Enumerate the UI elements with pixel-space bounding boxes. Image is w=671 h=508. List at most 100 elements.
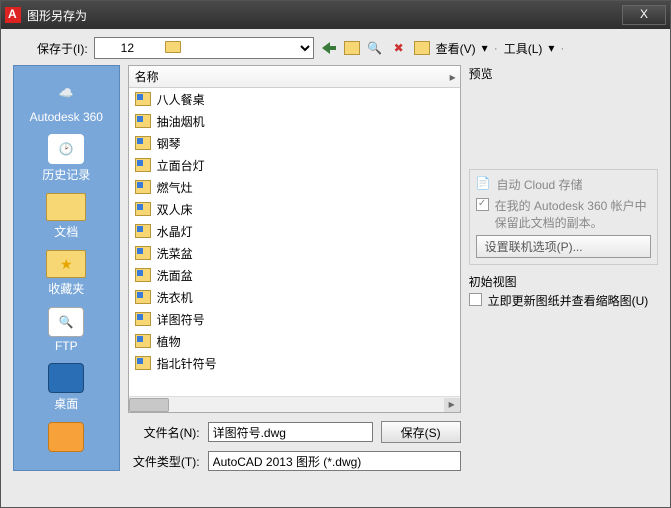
update-thumbnail-label: 立即更新图纸并查看缩略图(U) <box>488 292 649 309</box>
dwg-file-icon <box>135 290 151 304</box>
dwg-file-icon <box>135 312 151 326</box>
file-name: 指北针符号 <box>157 355 217 372</box>
file-list-header[interactable]: 名称 ▸ <box>129 66 460 88</box>
titlebar[interactable]: 图形另存为 X <box>1 1 670 29</box>
scrollbar-arrow-right[interactable]: ▸ <box>444 398 460 412</box>
cloud-icon: ☁️ <box>48 78 84 108</box>
file-name: 植物 <box>157 333 181 350</box>
column-name[interactable]: 名称 <box>135 68 446 85</box>
back-icon[interactable] <box>320 39 338 57</box>
sidebar-item-label: 历史记录 <box>42 166 90 183</box>
file-list[interactable]: 八人餐桌抽油烟机钢琴立面台灯燃气灶双人床水晶灯洗菜盆洗面盆洗衣机详图符号植物指北… <box>129 88 460 396</box>
history-icon: 🕑 <box>48 134 84 164</box>
horizontal-scrollbar[interactable]: ▸ <box>129 396 460 412</box>
close-button[interactable]: X <box>622 5 666 25</box>
app-icon <box>5 7 21 23</box>
dwg-file-icon <box>135 224 151 238</box>
ftp-icon: 🔍 <box>48 307 84 337</box>
more-icon <box>48 422 84 452</box>
dwg-file-icon <box>135 92 151 106</box>
file-name: 立面台灯 <box>157 157 205 174</box>
tools-menu[interactable]: 工具(L) <box>504 40 543 57</box>
file-row[interactable]: 洗菜盆 <box>129 242 460 264</box>
dwg-file-icon <box>135 114 151 128</box>
file-row[interactable]: 八人餐桌 <box>129 88 460 110</box>
desktop-icon <box>48 363 84 393</box>
scroll-right-arrow[interactable]: ▸ <box>446 70 460 84</box>
folder-icon <box>46 193 86 221</box>
tools-menu-arrow[interactable]: ▾ <box>548 41 554 55</box>
view-menu-arrow[interactable]: ▾ <box>482 41 488 55</box>
save-in-label: 保存于(I): <box>37 40 88 57</box>
dwg-file-icon <box>135 180 151 194</box>
file-row[interactable]: 燃气灶 <box>129 176 460 198</box>
file-name: 水晶灯 <box>157 223 193 240</box>
cloud-save-icon: 📄 <box>476 176 491 190</box>
file-name: 详图符号 <box>157 311 205 328</box>
file-row[interactable]: 钢琴 <box>129 132 460 154</box>
file-row[interactable]: 水晶灯 <box>129 220 460 242</box>
sidebar-item-label: Autodesk 360 <box>30 110 103 124</box>
dwg-file-icon <box>135 158 151 172</box>
dwg-file-icon <box>135 136 151 150</box>
dwg-file-icon <box>135 356 151 370</box>
file-row[interactable]: 详图符号 <box>129 308 460 330</box>
sidebar-item-documents[interactable]: 文档 <box>14 189 119 244</box>
scrollbar-thumb[interactable] <box>129 398 169 412</box>
sidebar-item-label: FTP <box>55 339 78 353</box>
file-row[interactable]: 指北针符号 <box>129 352 460 374</box>
sidebar-item-desktop[interactable]: 桌面 <box>14 359 119 416</box>
file-list-panel: 名称 ▸ 八人餐桌抽油烟机钢琴立面台灯燃气灶双人床水晶灯洗菜盆洗面盆洗衣机详图符… <box>128 65 461 413</box>
file-row[interactable]: 抽油烟机 <box>129 110 460 132</box>
bottom-fields: 文件名(N): 保存(S) 文件类型(T): <box>128 421 461 471</box>
view-menu[interactable]: 查看(V) <box>436 40 476 57</box>
filetype-dropdown[interactable] <box>208 451 461 471</box>
sidebar-item-label: 收藏夹 <box>48 280 84 297</box>
file-row[interactable]: 双人床 <box>129 198 460 220</box>
file-row[interactable]: 立面台灯 <box>129 154 460 176</box>
location-row: 保存于(I): 12 🔍 ✖ 查看(V) ▾ · 工具(L) ▾ · <box>13 37 658 59</box>
file-name: 燃气灶 <box>157 179 193 196</box>
separator: · <box>494 41 498 55</box>
preview-panel: 预览 <box>469 65 658 161</box>
file-name: 洗面盆 <box>157 267 193 284</box>
new-folder-icon[interactable] <box>414 41 430 55</box>
file-name: 双人床 <box>157 201 193 218</box>
search-icon[interactable]: 🔍 <box>366 39 384 57</box>
cloud-keep-checkbox[interactable] <box>476 198 489 211</box>
sidebar-item-ftp[interactable]: 🔍 FTP <box>14 303 119 357</box>
initial-view-panel: 初始视图 立即更新图纸并查看缩略图(U) <box>469 273 658 313</box>
sidebar-item-more[interactable] <box>14 418 119 456</box>
file-row[interactable]: 洗衣机 <box>129 286 460 308</box>
save-in-dropdown[interactable]: 12 <box>94 37 314 59</box>
cloud-options: 📄 自动 Cloud 存储 在我的 Autodesk 360 帐户中保留此文档的… <box>469 169 658 265</box>
filename-label: 文件名(N): <box>128 424 200 441</box>
cloud-auto-label: 自动 Cloud 存储 <box>497 176 583 193</box>
file-row[interactable]: 洗面盆 <box>129 264 460 286</box>
filename-input[interactable] <box>208 422 373 442</box>
file-name: 钢琴 <box>157 135 181 152</box>
dwg-file-icon <box>135 246 151 260</box>
sidebar-item-autodesk360[interactable]: ☁️ Autodesk 360 <box>14 74 119 128</box>
dwg-file-icon <box>135 202 151 216</box>
folder-icon <box>165 41 181 53</box>
update-thumbnail-checkbox[interactable] <box>469 293 482 306</box>
initial-view-title: 初始视图 <box>469 273 658 290</box>
delete-icon[interactable]: ✖ <box>390 39 408 57</box>
cloud-keep-label: 在我的 Autodesk 360 帐户中保留此文档的副本。 <box>495 197 651 231</box>
sidebar-item-label: 桌面 <box>54 395 78 412</box>
online-options-button[interactable]: 设置联机选项(P)... <box>476 235 651 258</box>
up-icon[interactable] <box>344 41 360 55</box>
file-row[interactable]: 植物 <box>129 330 460 352</box>
file-name: 洗菜盆 <box>157 245 193 262</box>
right-panel: 预览 📄 自动 Cloud 存储 在我的 Autodesk 360 帐户中保留此… <box>469 65 658 471</box>
preview-title: 预览 <box>469 65 658 82</box>
dwg-file-icon <box>135 268 151 282</box>
filetype-label: 文件类型(T): <box>128 453 200 470</box>
sidebar-item-history[interactable]: 🕑 历史记录 <box>14 130 119 187</box>
save-as-dialog: 图形另存为 X 保存于(I): 12 🔍 ✖ 查看(V) ▾ · 工具(L) ▾… <box>0 0 671 508</box>
sidebar-item-favorites[interactable]: 收藏夹 <box>14 246 119 301</box>
file-name: 八人餐桌 <box>157 91 205 108</box>
save-button[interactable]: 保存(S) <box>381 421 461 443</box>
separator: · <box>560 41 564 55</box>
